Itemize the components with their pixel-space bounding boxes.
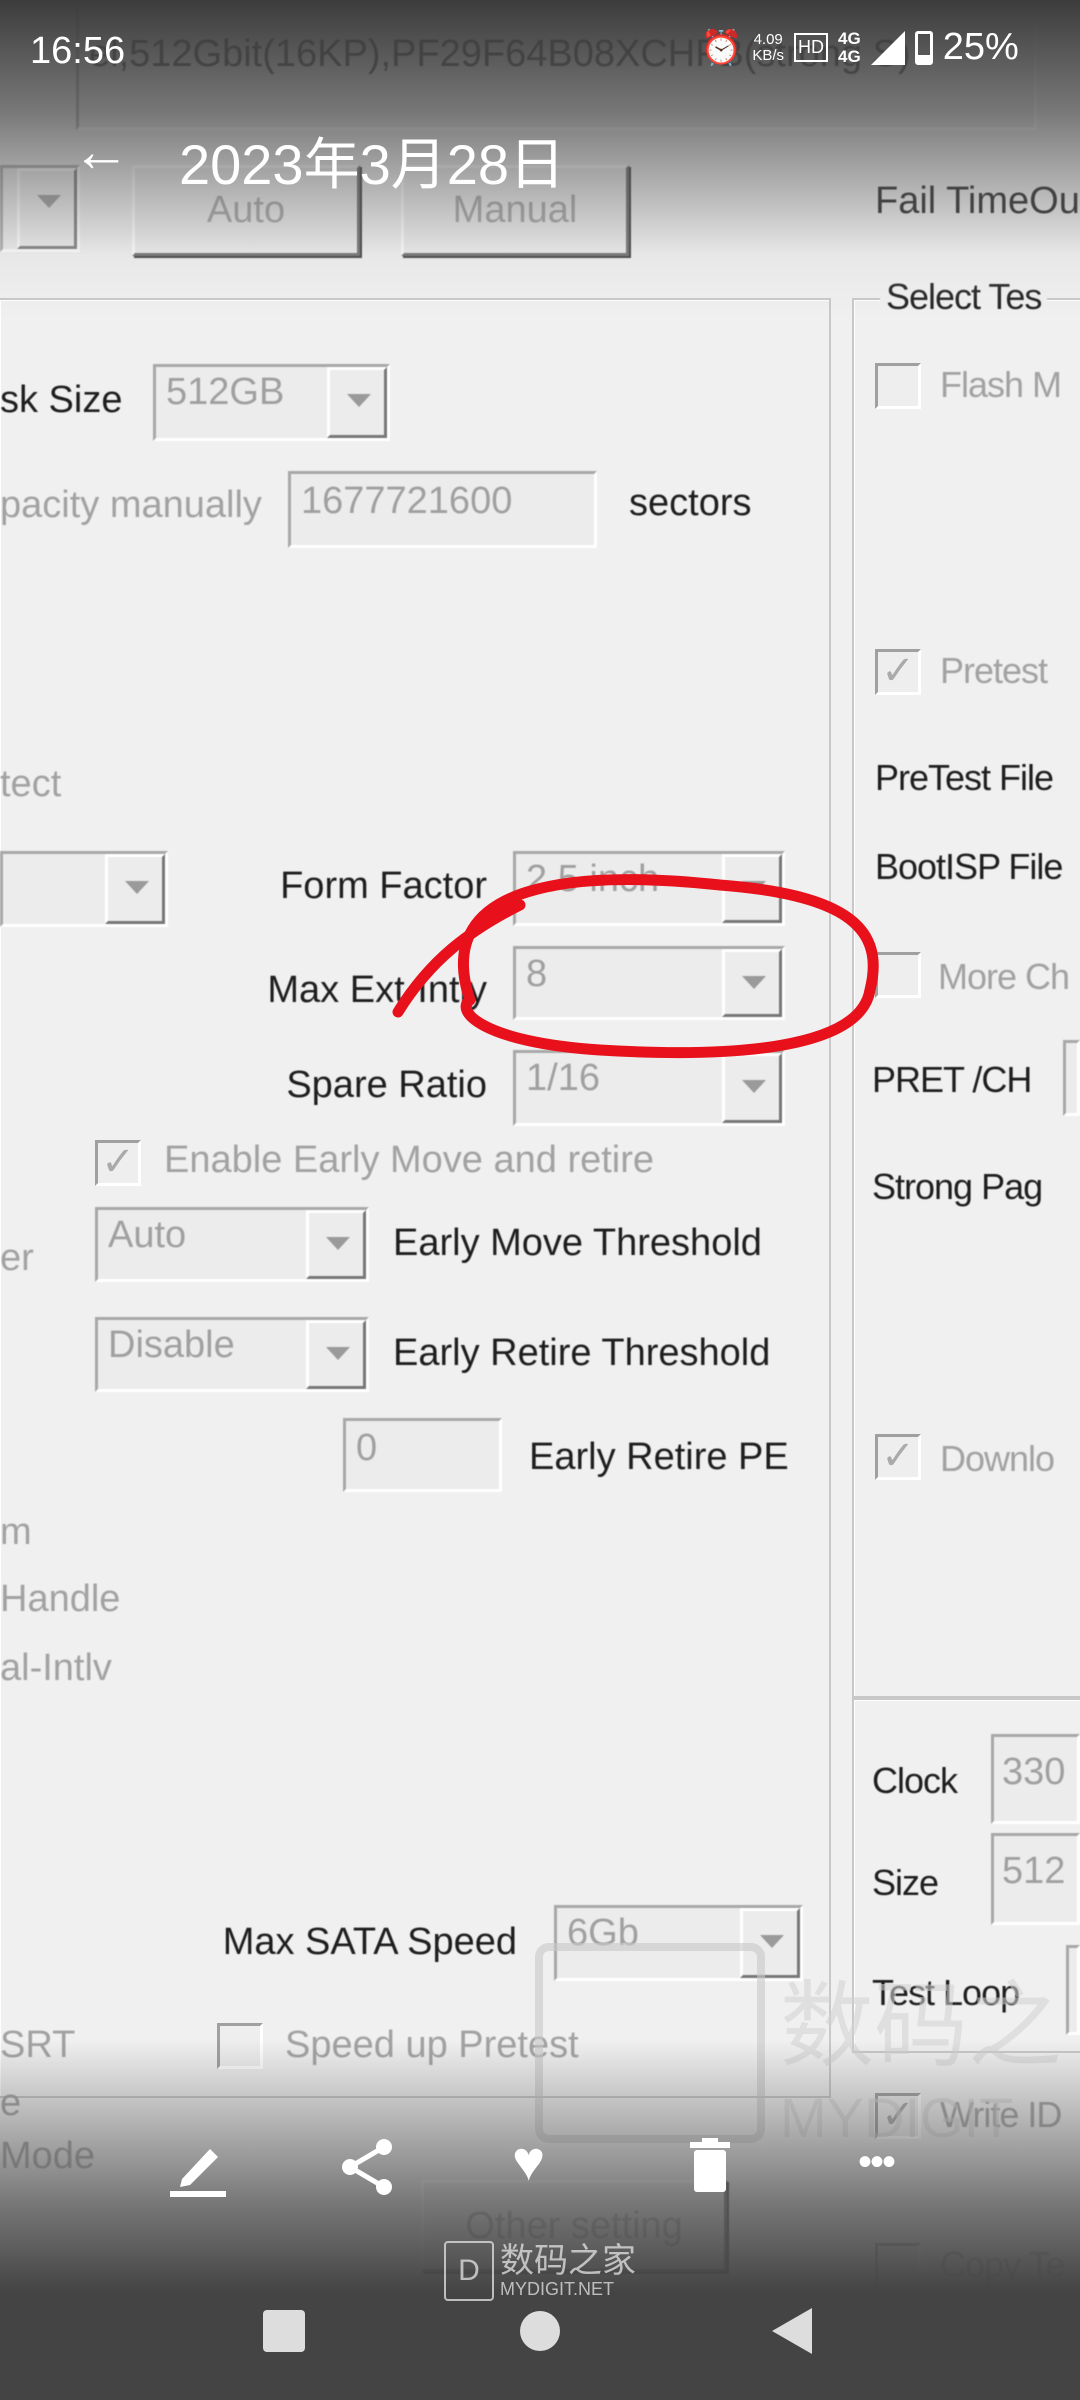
back-arrow-icon[interactable]: ← [72, 118, 130, 185]
status-icons: ⏰ 4.09 KB/s HD 4G 4G 25% [700, 26, 1019, 69]
back-button[interactable] [772, 2308, 814, 2354]
share-icon[interactable] [340, 2137, 396, 2202]
watermark-small: D 数码之家 MYDIGIT.NET [444, 2241, 636, 2301]
watermark-big-en: MYDIGIT [780, 2086, 1014, 2149]
delete-icon[interactable] [690, 2138, 730, 2197]
network1: 4G [838, 28, 861, 48]
viewer-title: 2023年3月28日 [179, 133, 566, 196]
network2: 4G [838, 46, 861, 66]
net-speed-unit: KB/s [752, 46, 785, 64]
battery-icon [914, 30, 933, 65]
hd-icon: HD [794, 33, 829, 62]
watermark-big-text: 数码之 [780, 1972, 1063, 2081]
watermark-en: MYDIGIT.NET [500, 2278, 615, 2299]
watermark-logo [535, 1943, 765, 2143]
net-speed: 4.09 KB/s [752, 30, 785, 64]
alarm-icon: ⏰ [700, 28, 743, 67]
signal-icon [870, 30, 905, 65]
more-icon[interactable]: ••• [858, 2140, 896, 2185]
network-type: 4G 4G [838, 28, 861, 66]
watermark-logo-small: D [444, 2241, 494, 2301]
watermark-small-text: 数码之家 MYDIGIT.NET [500, 2243, 636, 2300]
home-button[interactable] [520, 2311, 560, 2351]
net-speed-value: 4.09 [753, 30, 783, 48]
status-time: 16:56 [30, 30, 126, 72]
watermark-cn: 数码之家 [500, 2241, 636, 2280]
battery-level: 25% [942, 26, 1019, 68]
edit-icon[interactable] [168, 2135, 228, 2199]
favorite-icon[interactable]: ♥ [512, 2128, 545, 2193]
recents-button[interactable] [263, 2310, 305, 2352]
